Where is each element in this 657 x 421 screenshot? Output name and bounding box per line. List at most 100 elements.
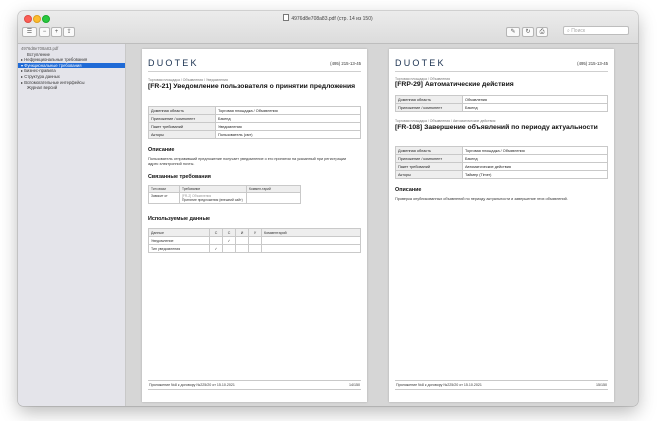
header-phone: (495) 215-13-45 [330,61,361,66]
attribute-row: Доменная область Объявления [395,95,608,104]
document-icon [283,14,290,21]
attribute-value: Пользователь (смт) [215,130,361,139]
sidebar-item-version-log[interactable]: Журнал версий [18,85,125,91]
preview-window: 4976d8e708a83.pdf (стр. 14 из 150) ☰ − +… [18,11,638,406]
window-title: 4976d8e708a83.pdf (стр. 14 из 150) [198,14,458,22]
rotate-button[interactable]: ↻ [522,27,534,37]
header-divider [148,71,361,72]
attribute-value: Бэкенд [462,154,608,163]
footer-contract: Приложение №8 к договору №225/20 от 15.1… [149,382,235,387]
attribute-key: Приложение / компонент [395,154,463,163]
footer-page-number: 15/150 [596,382,607,387]
attribute-key: Доменная область [148,106,216,115]
breadcrumb: Торговая площадка / Объявления / Автомат… [395,119,496,123]
zoom-out-button[interactable]: − [39,27,50,37]
attribute-key: Пакет требований [148,122,216,131]
package-attributes-table: Доменная область Объявления Приложение / … [395,95,608,112]
mark-cell [222,244,236,253]
attribute-value: Таймер (Timer) [462,170,608,179]
markup-button[interactable]: ✎ [506,27,520,37]
header-divider [395,71,608,72]
description-text: Проверка опубликованных объявлений по пе… [395,197,568,201]
description-heading: Описание [395,187,422,193]
attribute-value: Бэкенд [462,103,608,112]
search-field[interactable]: ⌕ Поиск [563,26,629,35]
print-button[interactable]: ⎙ [536,27,548,37]
attribute-key: Акторы [395,170,463,179]
relation-comment [246,192,301,204]
share-button[interactable]: ⇪ [63,27,75,37]
used-data-table: Данные С С И У Комментарий Уведомление ✓ [148,228,361,253]
attribute-value: Автоматические действия [462,162,608,171]
attribute-row: Акторы Таймер (Timer) [395,170,608,179]
outline-sidebar: 4976d8e708a83.pdf Вступление ▸ Нефункцио… [18,44,126,406]
footer-page-number: 14/150 [349,382,360,387]
breadcrumb: Торговая площадка / Объявления / Уведомл… [148,78,228,82]
column-header: Комментарий [261,228,361,237]
page-footer: Приложение №8 к договору №225/20 от 15.1… [148,380,361,390]
header-phone: (495) 215-13-45 [577,61,608,66]
description-text: Пользователь отправивший предложение пол… [148,157,347,166]
column-header: Тип связи [148,185,180,193]
column-header: С [209,228,223,237]
attribute-row: Доменная область Торговая площадка / Объя… [395,146,608,155]
attribute-key: Акторы [148,130,216,139]
attribute-row: Приложение / компонент Бэкенд [395,154,608,163]
close-window-button[interactable] [24,15,32,23]
comment-cell [261,244,361,253]
attribute-value: Торговая площадка / Объявления [215,106,361,115]
title-bar: 4976d8e708a83.pdf (стр. 14 из 150) ☰ − +… [18,11,638,44]
description-heading: Описание [148,147,175,153]
attribute-value: Торговая площадка / Объявления [462,146,608,155]
column-header: Данные [148,228,210,237]
page-footer: Приложение №8 к договору №225/20 от 15.1… [395,380,608,390]
footer-contract: Приложение №8 к договору №225/20 от 15.1… [396,382,482,387]
attribute-value: Объявления [462,95,608,104]
column-header: С [222,228,236,237]
comment-cell [261,236,361,245]
attributes-table: Доменная область Торговая площадка / Объя… [395,146,608,179]
document-viewer[interactable]: DUOTEK (495) 215-13-45 Торговая площадка… [126,44,638,406]
attribute-key: Приложение / компонент [395,103,463,112]
mark-cell [248,244,262,253]
related-requirement-name: Принятие предложения (внешний сайт) [182,198,243,202]
related-header-row: Тип связи Требование Коммен-тарий [148,185,301,193]
data-name-cell: Уведомление [148,236,210,245]
company-logo: DUOTEK [148,58,199,68]
sidebar-toggle-button[interactable]: ☰ [22,27,37,37]
column-header: У [248,228,262,237]
column-header: Коммен-тарий [246,185,301,193]
requirement-title: [FR-108] Завершение объявлений по период… [395,124,598,131]
attribute-key: Приложение / компонент [148,114,216,123]
company-logo: DUOTEK [395,58,446,68]
requirement-title: [FR-21] Уведомление пользователя о приня… [148,83,356,90]
attribute-row: Акторы Пользователь (смт) [148,130,361,139]
zoom-window-button[interactable] [42,15,50,23]
mark-cell [235,236,249,245]
related-requirement[interactable]: [FR-2] Объявления Принятие предложения (в… [179,192,247,204]
attribute-key: Доменная область [395,95,463,104]
data-name-cell: Тип уведомления [148,244,210,253]
attribute-row: Приложение / компонент Бэкенд [148,114,361,123]
related-row: Зависит от [FR-2] Объявления Принятие пре… [148,192,301,204]
attribute-value: Уведомления [215,122,361,131]
pdf-page-14: DUOTEK (495) 215-13-45 Торговая площадка… [142,49,367,402]
search-placeholder: Поиск [571,28,586,34]
mark-cell [248,236,262,245]
column-header: Требование [179,185,247,193]
window-title-text: 4976d8e708a83.pdf (стр. 14 из 150) [291,16,373,22]
mark-cell: ✓ [222,236,236,245]
attribute-value: Бэкенд [215,114,361,123]
zoom-in-button[interactable]: + [51,27,62,37]
requirement-package-title: [FRP-29] Автоматические действия [395,81,514,88]
minimize-window-button[interactable] [33,15,41,23]
attribute-row: Доменная область Торговая площадка / Объя… [148,106,361,115]
related-heading: Связанные требования [148,174,211,180]
attribute-key: Пакет требований [395,162,463,171]
table-row: Тип уведомления ✓ [148,244,361,253]
attribute-row: Пакет требований Автоматические действия [395,162,608,171]
attribute-row: Пакет требований Уведомления [148,122,361,131]
related-table: Тип связи Требование Коммен-тарий Зависи… [148,185,301,204]
table-row: Уведомление ✓ [148,236,361,245]
attributes-table: Доменная область Торговая площадка / Объя… [148,106,361,139]
